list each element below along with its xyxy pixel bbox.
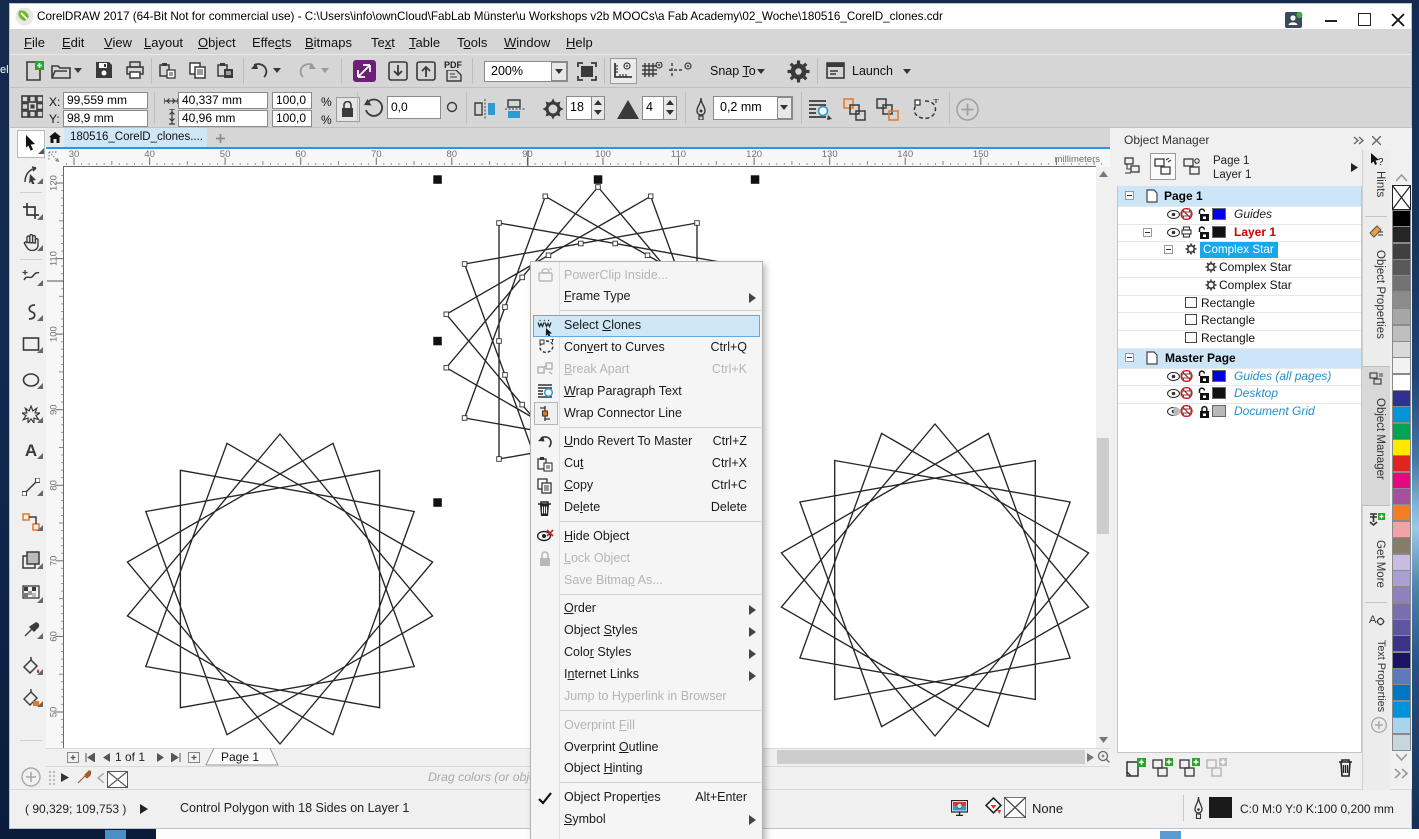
svg-text:A: A [25,441,37,459]
svg-text:140: 140 [897,149,913,160]
svg-text:60: 60 [49,631,60,642]
svg-text:100: 100 [595,149,611,160]
svg-text:50: 50 [220,149,231,160]
svg-text:60: 60 [295,149,306,160]
svg-text:130: 130 [822,149,838,160]
svg-text:80: 80 [49,480,60,491]
svg-text:30: 30 [69,149,80,160]
svg-text:70: 70 [371,149,382,160]
svg-text:110: 110 [671,149,686,160]
svg-text:150: 150 [973,149,989,160]
svg-text:millimeters: millimeters [1055,154,1101,165]
svg-text:80: 80 [447,149,458,160]
svg-text:40: 40 [144,149,155,160]
svg-text:100: 100 [49,326,60,342]
svg-text:A: A [1369,614,1377,626]
svg-text:90: 90 [49,404,60,415]
svg-text:?: ? [1378,157,1383,167]
svg-text:70: 70 [49,556,60,567]
svg-text:120: 120 [746,149,762,160]
svg-text:110: 110 [49,251,60,266]
svg-text:120: 120 [49,175,60,191]
svg-text:50: 50 [49,707,60,718]
